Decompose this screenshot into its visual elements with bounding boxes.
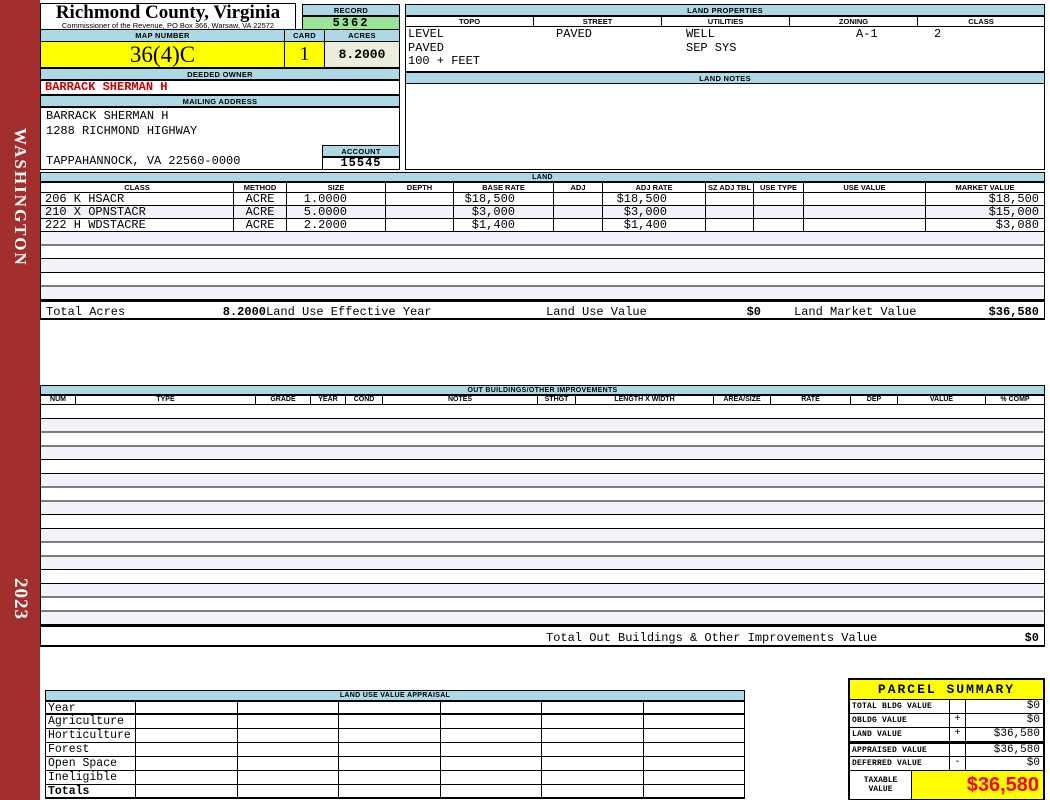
- land-table-header: LAND: [40, 172, 1045, 182]
- col-year: YEAR: [311, 396, 346, 404]
- land-table-columns: CLASS METHOD SIZE DEPTH BASE RATE ADJ AD…: [40, 182, 1045, 193]
- col-base-rate: BASE RATE: [454, 183, 554, 192]
- col-utilities: UTILITIES: [662, 17, 790, 26]
- record-value: 5362: [302, 16, 400, 30]
- district-label: WASHINGTON: [11, 128, 30, 267]
- col-street: STREET: [534, 17, 662, 26]
- topo-values: LEVEL PAVED 100 + FEET: [408, 27, 481, 68]
- lua-row-forest: Forest: [45, 743, 745, 757]
- mailing-line-2: 1288 RICHMOND HIGHWAY: [46, 124, 198, 138]
- district-year-sidebar: WASHINGTON 2023: [0, 0, 40, 800]
- col-topo: TOPO: [406, 17, 534, 26]
- land-row-3: 222 H WDSTACRE ACRE 2.2000 $1,400 $1,400…: [40, 219, 1045, 232]
- mailing-line-1: BARRACK SHERMAN H: [46, 109, 169, 123]
- ps-row-land-value: LAND VALUE + $36,580: [850, 728, 1043, 742]
- deeded-owner-value: BARRACK SHERMAN H: [40, 80, 400, 95]
- taxable-value: $36,580: [912, 771, 1043, 799]
- land-use-appraisal-table: Year Agriculture Horticulture Forest Ope…: [45, 701, 745, 799]
- land-empty-rows: [40, 232, 1045, 300]
- col-notes: NOTES: [383, 396, 538, 404]
- card-value: 1: [284, 41, 325, 68]
- land-market-value: $36,580: [988, 305, 1039, 319]
- col-class: CLASS: [41, 183, 234, 192]
- col-use-value: USE VALUE: [804, 183, 926, 192]
- col-grade: GRADE: [256, 396, 311, 404]
- out-buildings-columns: NUM TYPE GRADE YEAR COND NOTES STHGT LEN…: [40, 395, 1045, 405]
- col-use-type: USE TYPE: [754, 183, 804, 192]
- col-adj: ADJ: [554, 183, 603, 192]
- lua-row-horticulture: Horticulture: [45, 729, 745, 743]
- land-totals-row: Total Acres 8.2000 Land Use Effective Ye…: [40, 300, 1045, 320]
- ps-row-deferred: DEFERRED VALUE - $0: [852, 757, 1040, 770]
- land-use-value: $0: [746, 305, 761, 319]
- col-adj-rate: ADJ RATE: [603, 183, 706, 192]
- class-value: 2: [934, 27, 942, 41]
- out-buildings-header: OUT BUILDINGS/OTHER IMPROVEMENTS: [40, 385, 1045, 395]
- col-class: CLASS: [968, 17, 994, 26]
- land-row-1: 206 K HSACR ACRE 1.0000 $18,500 $18,500 …: [40, 193, 1045, 206]
- street-value: PAVED: [556, 27, 593, 41]
- lua-row-totals: Totals: [45, 785, 745, 799]
- col-zoning: ZONING: [790, 17, 918, 26]
- total-acres-label: Total Acres: [46, 305, 126, 319]
- land-properties-values: LEVEL PAVED 100 + FEET PAVED WELL SEP SY…: [405, 27, 1045, 72]
- ps-row-taxable: TAXABLE VALUE $36,580: [850, 770, 1043, 799]
- lua-row-year: Year: [45, 701, 745, 715]
- land-properties-columns: TOPO STREET UTILITIES ZONING CLASS: [405, 16, 1045, 27]
- account-value: 15545: [322, 157, 400, 170]
- record-header: RECORD: [302, 4, 400, 16]
- deeded-owner-header: DEEDED OWNER: [40, 68, 400, 80]
- lua-row-open-space: Open Space: [45, 757, 745, 771]
- land-row-2: 210 X OPNSTACR ACRE 5.0000 $3,000 $3,000…: [40, 206, 1045, 219]
- lua-row-ineligible: Ineligible: [45, 771, 745, 785]
- map-number-value: 36(4)C: [40, 41, 285, 68]
- mailing-address-header: MAILING ADDRESS: [40, 95, 400, 107]
- out-buildings-total-row: Total Out Buildings & Other Improvements…: [40, 625, 1045, 647]
- col-market-value: MARKET VALUE: [955, 183, 1015, 192]
- tax-year-label: 2023: [10, 578, 31, 620]
- county-header: Richmond County, Virginia Commissioner o…: [40, 3, 296, 30]
- ps-row-appraised: APPRAISED VALUE $36,580: [850, 742, 1043, 757]
- land-notes-header: LAND NOTES: [405, 72, 1045, 84]
- land-use-value-label: Land Use Value: [546, 305, 647, 319]
- col-rate: RATE: [771, 396, 851, 404]
- col-value: VALUE: [898, 396, 986, 404]
- taxable-value-label: TAXABLE VALUE: [850, 771, 912, 799]
- out-buildings-empty-rows: [40, 405, 1045, 625]
- land-use-effective-year-label: Land Use Effective Year: [266, 305, 432, 319]
- col-num: NUM: [41, 396, 76, 404]
- col-sz-adj-tbl: SZ ADJ TBL: [706, 183, 754, 192]
- parcel-summary: PARCEL SUMMARY TOTAL BLDG VALUE $0 OBLDG…: [848, 678, 1045, 800]
- land-notes-box: [405, 84, 1045, 170]
- county-title: Richmond County, Virginia: [55, 2, 281, 23]
- total-acres-value: 8.2000: [222, 305, 266, 319]
- col-value-dep: DEP: [851, 396, 898, 404]
- col-sthgt: STHGT: [538, 396, 576, 404]
- col-method: METHOD: [234, 183, 287, 192]
- col-length-width: LENGTH X WIDTH: [576, 396, 714, 404]
- out-buildings-total-value: $0: [1024, 631, 1039, 645]
- parcel-summary-title: PARCEL SUMMARY: [850, 680, 1043, 700]
- property-record-card: WASHINGTON 2023 Richmond County, Virgini…: [0, 0, 1050, 800]
- zoning-value: A-1: [856, 27, 878, 41]
- col-size: SIZE: [287, 183, 386, 192]
- acres-value: 8.2000: [324, 41, 400, 68]
- ps-row-total-bldg: TOTAL BLDG VALUE $0: [850, 700, 1043, 714]
- col-area-size: AREA/SIZE: [714, 396, 771, 404]
- out-buildings-total-label: Total Out Buildings & Other Improvements…: [546, 631, 878, 645]
- ps-row-obldg: OBLDG VALUE + $0: [850, 714, 1043, 728]
- lua-row-agriculture: Agriculture: [45, 715, 745, 729]
- col-type: TYPE: [76, 396, 256, 404]
- land-market-value-label: Land Market Value: [794, 305, 917, 319]
- land-properties-header: LAND PROPERTIES: [405, 4, 1045, 16]
- land-use-appraisal-header: LAND USE VALUE APPRAISAL: [45, 690, 745, 701]
- col-depth: DEPTH: [386, 183, 454, 192]
- col-cond: COND: [346, 396, 383, 404]
- col-pct-comp: % COMP: [1000, 396, 1030, 403]
- utilities-values: WELL SEP SYS: [686, 27, 737, 55]
